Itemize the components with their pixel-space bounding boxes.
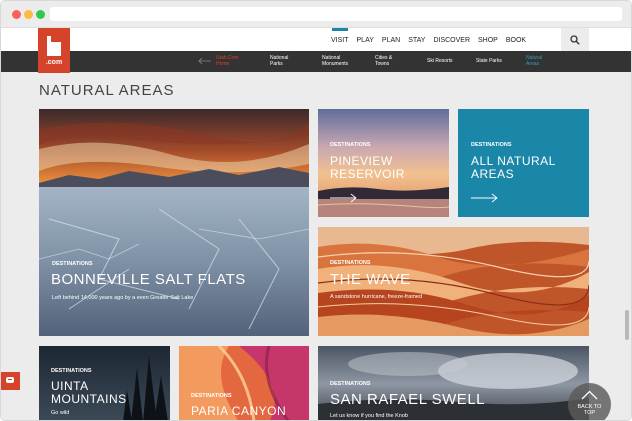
scrollbar-thumb[interactable] [625, 310, 629, 340]
back-to-top-line2: TOP [583, 410, 596, 416]
tile-title: SAN RAFAEL SWELL [330, 391, 485, 408]
subnav-label: Areas [526, 61, 540, 67]
subnav-label: Monuments [322, 61, 349, 67]
logo-text: .com [45, 59, 63, 66]
subnav-natural-areas[interactable]: Natural Areas [526, 55, 542, 67]
tile-paria-canyon[interactable]: DESTINATIONS PARIA CANYON [179, 346, 309, 420]
utah-state-shape-icon [47, 36, 61, 56]
nav-visit[interactable]: VISIT [327, 28, 353, 51]
back-arrow-icon [198, 57, 211, 65]
web-page: .com VISIT PLAY PLAN STAY DISCOVER SHOP … [1, 28, 631, 420]
tile-category: DESTINATIONS [330, 142, 371, 148]
tile-category: DESTINATIONS [330, 260, 371, 266]
tile-description: A sandstone hurricane, freeze-framed [330, 294, 423, 300]
tile-title-line2: RESERVOIR [330, 167, 405, 181]
tile-title-line2: AREAS [471, 167, 515, 181]
utah-logo[interactable]: .com [38, 28, 70, 73]
feedback-tab[interactable] [1, 372, 20, 390]
tile-category: DESTINATIONS [330, 381, 371, 387]
back-to-top-button[interactable]: BACK TO TOP [568, 383, 611, 420]
search-button[interactable] [561, 28, 589, 51]
address-bar[interactable] [50, 7, 622, 21]
tile-title: THE WAVE [330, 271, 411, 288]
main-nav: VISIT PLAY PLAN STAY DISCOVER SHOP BOOK [327, 28, 530, 51]
nav-play[interactable]: PLAY [353, 28, 378, 51]
nav-plan[interactable]: PLAN [378, 28, 404, 51]
browser-window: .com VISIT PLAY PLAN STAY DISCOVER SHOP … [0, 0, 632, 421]
tile-bonneville-salt-flats[interactable]: DESTINATIONS BONNEVILLE SALT FLATS Left … [39, 109, 309, 336]
page-title: NATURAL AREAS [39, 82, 175, 99]
subnav-cities-towns[interactable]: Cities & Towns [375, 55, 392, 67]
tile-title: BONNEVILLE SALT FLATS [51, 271, 246, 288]
chevron-up-icon [581, 390, 598, 400]
search-icon [570, 35, 580, 45]
nav-book[interactable]: BOOK [502, 28, 530, 51]
tile-all-natural-areas[interactable]: DESTINATIONS ALL NATURAL AREAS [458, 109, 589, 217]
top-bar: .com VISIT PLAY PLAN STAY DISCOVER SHOP … [1, 28, 631, 73]
arrow-right-icon [330, 193, 357, 203]
tile-san-rafael-swell[interactable]: DESTINATIONS SAN RAFAEL SWELL Let us kno… [318, 346, 589, 420]
tile-category: DESTINATIONS [191, 393, 232, 399]
nav-discover[interactable]: DISCOVER [429, 28, 474, 51]
salt-flats-photo [39, 109, 309, 336]
tile-title: PARIA CANYON [191, 404, 287, 418]
subnav-national-monuments[interactable]: National Monuments [322, 55, 348, 67]
subnav-home-line2: Home [216, 61, 230, 67]
tile-the-wave[interactable]: DESTINATIONS THE WAVE A sandstone hurric… [318, 227, 589, 336]
zoom-window-button[interactable] [36, 10, 45, 19]
subnav-label: Parks [270, 61, 283, 67]
tile-category: DESTINATIONS [52, 261, 93, 267]
tile-pineview-reservoir[interactable]: DESTINATIONS PINEVIEW RESERVOIR [318, 109, 449, 217]
subnav-label: Ski Resorts [427, 58, 453, 64]
nav-stay[interactable]: STAY [404, 28, 429, 51]
subnav-ski-resorts[interactable]: Ski Resorts [427, 58, 453, 64]
close-window-button[interactable] [12, 10, 21, 19]
subnav-national-parks[interactable]: National Parks [270, 55, 288, 67]
arrow-right-icon [471, 193, 498, 203]
tile-title-line2: MOUNTAINS [51, 392, 127, 406]
tile-description: Left behind 14,000 years ago by a even G… [52, 295, 194, 301]
back-to-top-label: BACK TO TOP [568, 404, 611, 416]
nav-shop[interactable]: SHOP [474, 28, 502, 51]
subnav-label: State Parks [476, 58, 502, 64]
tile-uinta-mountains[interactable]: DESTINATIONS UINTA MOUNTAINS Go wild [39, 346, 170, 420]
tile-category: DESTINATIONS [51, 368, 92, 374]
tile-description: Go wild [51, 410, 70, 416]
tile-category: DESTINATIONS [471, 142, 512, 148]
subnav-home-link[interactable]: Utah.Com Home [216, 55, 239, 67]
browser-chrome [1, 1, 631, 28]
minimize-window-button[interactable] [24, 10, 33, 19]
sub-nav: Utah.Com Home National Parks National Mo… [1, 51, 631, 72]
tile-description: Let us know if you find the Knob [330, 413, 408, 419]
subnav-state-parks[interactable]: State Parks [476, 58, 502, 64]
subnav-label: Towns [375, 61, 390, 67]
